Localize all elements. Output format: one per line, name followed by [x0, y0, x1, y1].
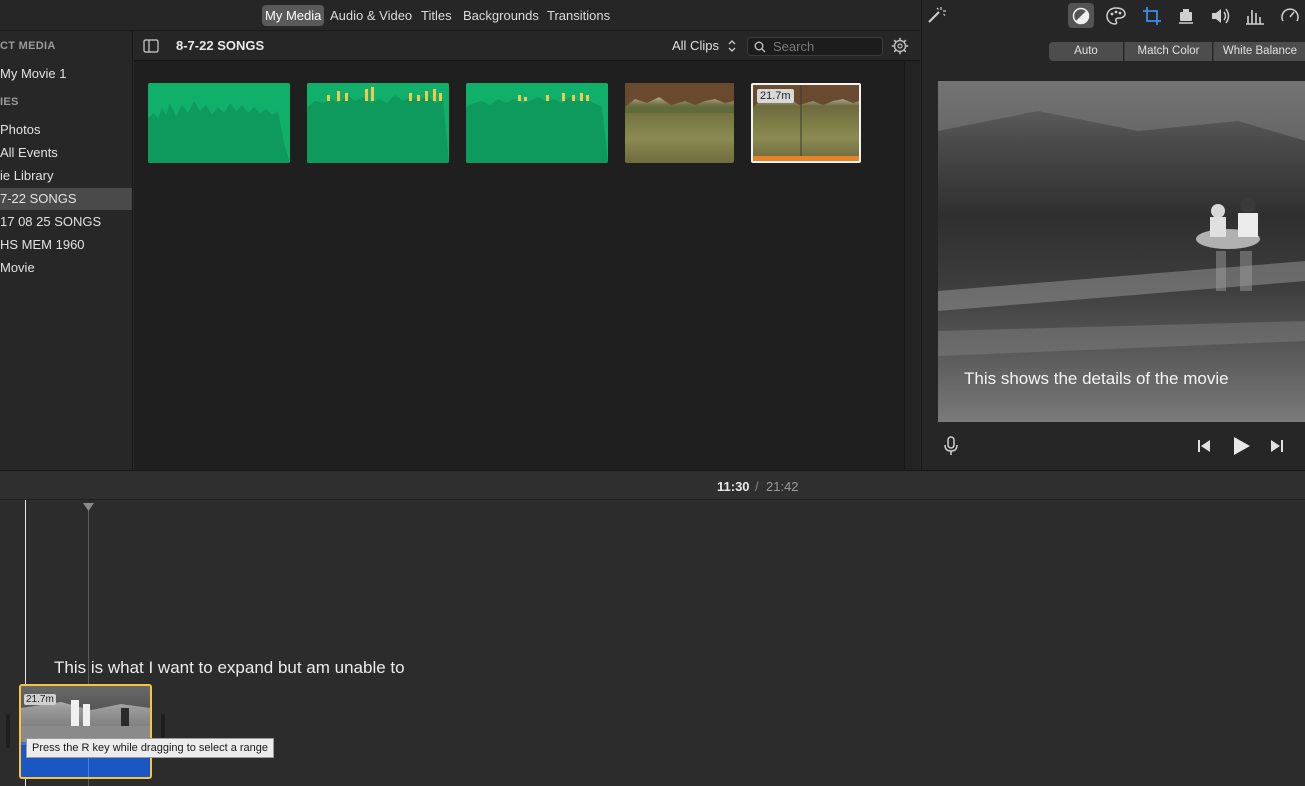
library-sidebar: CT MEDIA My Movie 1 IES Photos All Event… [0, 31, 133, 470]
white-balance-button[interactable]: White Balance [1213, 42, 1305, 61]
sidebar-item-movie[interactable]: Movie [0, 257, 132, 279]
audio-clip-2[interactable] [307, 83, 449, 163]
tab-transitions[interactable]: Transitions [544, 5, 613, 26]
libraries-header: IES [0, 96, 19, 108]
speed-icon[interactable] [1280, 6, 1300, 26]
magic-wand-icon[interactable] [926, 6, 946, 24]
volume-icon[interactable] [1210, 6, 1232, 26]
skip-back-icon[interactable] [1196, 438, 1212, 454]
clip-duration-badge: 21.7m [757, 89, 794, 103]
tab-my-media[interactable]: My Media [262, 5, 325, 26]
skimmer-marker-icon [83, 503, 94, 512]
equalizer-icon[interactable] [1245, 6, 1265, 26]
search-placeholder: Search [773, 39, 815, 54]
color-balance-icon [1071, 6, 1091, 26]
microphone-icon[interactable] [944, 436, 958, 456]
match-color-button[interactable]: Match Color [1124, 42, 1212, 61]
project-media-header: CT MEDIA [0, 40, 56, 52]
video-clip-field-1[interactable] [625, 83, 734, 163]
media-tab-bar: My Media Audio & Video Titles Background… [0, 0, 920, 31]
timeline-header: 11:30 / 21:42 [0, 470, 1305, 500]
audio-clip-1[interactable] [148, 83, 290, 163]
sidebar-item-17-08-25-songs[interactable]: 17 08 25 SONGS [0, 211, 132, 233]
all-clips-filter[interactable]: All Clips [672, 38, 719, 53]
stabilization-icon[interactable] [1176, 6, 1196, 26]
tab-titles[interactable]: Titles [418, 5, 455, 26]
range-select-tooltip: Press the R key while dragging to select… [26, 738, 275, 758]
play-icon[interactable] [1231, 436, 1251, 456]
search-icon [754, 41, 766, 53]
sidebar-item-8-7-22-songs[interactable]: 7-22 SONGS [0, 188, 132, 210]
skip-forward-icon[interactable] [1269, 438, 1285, 454]
browser-scrollbar[interactable] [904, 62, 920, 470]
time-separator: / [755, 479, 759, 494]
chevron-updown-icon[interactable] [728, 39, 736, 53]
browser-header: 8-7-22 SONGS All Clips Search [134, 31, 920, 61]
tab-audio-video[interactable]: Audio & Video [327, 5, 415, 26]
audio-clip-3[interactable] [466, 83, 608, 163]
search-field[interactable]: Search [747, 37, 883, 56]
video-clip-field-2[interactable]: 21.7m [751, 83, 861, 163]
media-browser: 8-7-22 SONGS All Clips Search 21.7m [134, 31, 920, 470]
event-title: 8-7-22 SONGS [176, 38, 265, 53]
crop-icon[interactable] [1142, 6, 1162, 26]
timeline[interactable]: This is what I want to expand but am una… [0, 500, 1305, 786]
video-overlay-caption: This shows the details of the movie [964, 369, 1229, 388]
sidebar-item-photos[interactable]: Photos [0, 119, 132, 141]
current-time: 11:30 [717, 479, 750, 494]
color-palette-icon[interactable] [1105, 6, 1127, 26]
sidebar-item-hs-mem-1960[interactable]: HS MEM 1960 [0, 234, 132, 256]
timeline-clip-duration: 21.7m [24, 694, 56, 705]
auto-button[interactable]: Auto [1049, 42, 1123, 61]
gear-icon[interactable] [891, 37, 909, 55]
tab-backgrounds[interactable]: Backgrounds [460, 5, 542, 26]
video-preview[interactable]: This shows the details of the movie [938, 81, 1305, 422]
timeline-clip[interactable]: 21.7m [19, 684, 152, 779]
sidebar-item-my-movie-1[interactable]: My Movie 1 [0, 63, 132, 85]
left-trim-handle[interactable] [6, 714, 10, 748]
sidebar-item-all-events[interactable]: All Events [0, 142, 132, 164]
sidebar-item-library[interactable]: ie Library [0, 165, 132, 187]
viewer-panel: Auto Match Color White Balance This show… [921, 0, 1305, 470]
total-time: 21:42 [766, 479, 799, 494]
sidebar-toggle-icon[interactable] [143, 39, 159, 53]
user-annotation: This is what I want to expand but am una… [54, 658, 405, 677]
